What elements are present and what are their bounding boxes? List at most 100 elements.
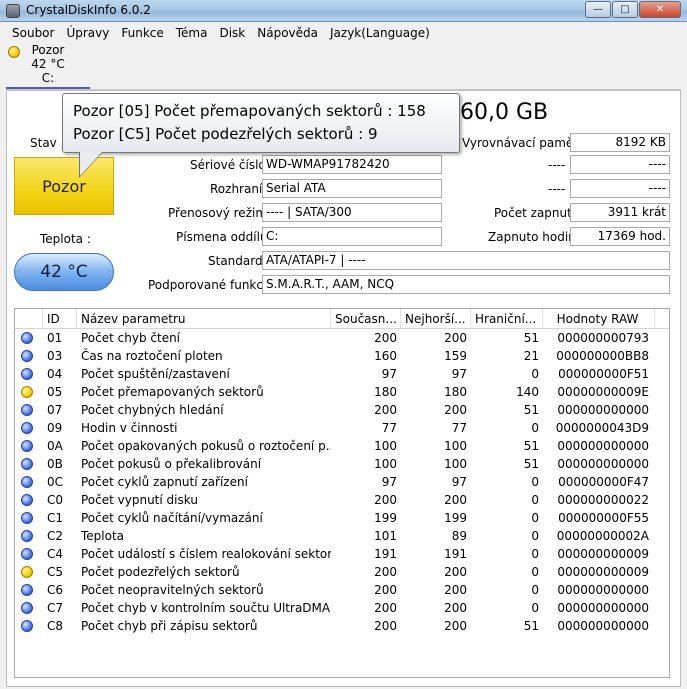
worst-value: 159 <box>444 349 467 363</box>
column-header-worst[interactable]: Nejhorší... <box>401 309 471 328</box>
table-row[interactable]: C0 Počet vypnutí disku 200 200 0 000000000022 <box>15 491 669 509</box>
status-cell <box>15 401 43 419</box>
table-row[interactable]: 0B Počet pokusů o překalibrování 100 100 51 0… <box>15 455 669 473</box>
interface-label: Rozhraní <box>210 182 263 196</box>
threshold-value: 51 <box>523 439 539 453</box>
raw-value: 0000000043D9 <box>555 421 649 435</box>
power-count-field: 3911 krát <box>570 203 670 222</box>
table-row[interactable]: C7 Počet chyb v kontrolním součtu UltraDM… <box>15 599 669 617</box>
menu-disk[interactable]: Disk <box>213 24 251 43</box>
good-status-icon <box>21 422 33 434</box>
maximize-button[interactable]: □ <box>612 1 638 18</box>
window-title: CrystalDiskInfo 6.0.2 <box>26 3 151 17</box>
attribute-id: C1 <box>47 511 64 525</box>
table-row[interactable]: 04 Počet spuštění/zastavení 97 97 0 000000000… <box>15 365 669 383</box>
menu-soubor[interactable]: Soubor <box>6 24 60 43</box>
good-status-icon <box>21 620 33 632</box>
column-header-raw[interactable]: Hodnoty RAW <box>543 309 655 328</box>
title-bar[interactable]: CrystalDiskInfo 6.0.2 — □ ✕ <box>0 0 687 22</box>
table-row[interactable]: C8 Počet chyb při zápisu sektorů 200 200 51 0… <box>15 617 669 635</box>
menu-funkce[interactable]: Funkce <box>115 24 169 43</box>
table-row[interactable]: C2 Teplota 101 89 0 00000000002A <box>15 527 669 545</box>
table-row[interactable]: C4 Počet událostí s číslem realokování se… <box>15 545 669 563</box>
threshold-value: 51 <box>523 457 539 471</box>
close-button[interactable]: ✕ <box>639 1 681 18</box>
health-label: Stav <box>30 136 57 150</box>
table-row[interactable]: 07 Počet chybných hledání 200 200 51 00000000… <box>15 401 669 419</box>
threshold-value: 0 <box>531 529 539 543</box>
disk-size: 60,0 GB <box>460 100 549 125</box>
threshold-value: 0 <box>531 601 539 615</box>
attribute-id: C5 <box>47 565 64 579</box>
attribute-name: Hodin v činnosti <box>81 421 178 435</box>
status-cell <box>15 491 43 509</box>
attribute-id: 05 <box>47 385 63 399</box>
menu-tema[interactable]: Téma <box>170 24 214 43</box>
minimize-button[interactable]: — <box>585 1 611 18</box>
transfer-field: ---- | SATA/300 <box>262 203 442 222</box>
standard-field: ATA/ATAPI-7 | ---- <box>262 251 670 270</box>
column-header-name[interactable]: Název parametru <box>77 309 331 328</box>
smart-attributes-table[interactable]: ID Název parametru Současn... Nejhorší..… <box>14 308 670 678</box>
table-row[interactable]: C1 Počet cyklů načítání/vymazání 199 199 0 00… <box>15 509 669 527</box>
table-row[interactable]: 0C Počet cyklů zapnutí zařízení 97 97 0 00000… <box>15 473 669 491</box>
menu-napoveda[interactable]: Nápověda <box>251 24 324 43</box>
worst-value: 97 <box>451 475 467 489</box>
current-value: 160 <box>374 349 397 363</box>
menu-language[interactable]: Jazyk(Language) <box>324 24 436 43</box>
status-cell <box>15 509 43 527</box>
raw-value: 000000000793 <box>557 331 649 345</box>
temperature-label: Teplota : <box>40 232 91 246</box>
warning-status-icon <box>8 46 20 58</box>
good-status-icon <box>21 602 33 614</box>
raw-value: 000000000BB8 <box>556 349 649 363</box>
worst-value: 89 <box>451 529 467 543</box>
threshold-value: 0 <box>531 421 539 435</box>
threshold-value: 0 <box>531 493 539 507</box>
column-header-id[interactable]: ID <box>43 309 77 328</box>
attribute-id: C2 <box>47 529 64 543</box>
table-row[interactable]: 05 Počet přemapovaných sektorů 180 180 140 00… <box>15 383 669 401</box>
menu-bar: Soubor Úpravy Funkce Téma Disk Nápověda … <box>6 24 681 43</box>
minimize-icon: — <box>593 4 603 15</box>
threshold-value: 0 <box>531 547 539 561</box>
table-row[interactable]: 0A Počet opakovaných pokusů o roztočení p… <box>15 437 669 455</box>
status-cell <box>15 419 43 437</box>
worst-value: 200 <box>444 565 467 579</box>
worst-value: 100 <box>444 439 467 453</box>
attribute-id: 0B <box>47 457 63 471</box>
column-header-current[interactable]: Současn... <box>331 309 401 328</box>
menu-upravy[interactable]: Úpravy <box>60 24 115 43</box>
attribute-name: Počet chyb v kontrolním součtu UltraDMA <box>81 601 331 615</box>
blank1-field: ---- <box>570 155 670 174</box>
warning-tooltip: Pozor [05] Počet přemapovaných sektorů :… <box>62 93 460 153</box>
buffer-label: Vyrovnávací paměť <box>462 136 579 150</box>
attribute-id: 07 <box>47 403 63 417</box>
status-cell <box>15 383 43 401</box>
attribute-name: Počet vypnutí disku <box>81 493 198 507</box>
table-row[interactable]: C6 Počet neopravitelných sektorů 200 200 0 00… <box>15 581 669 599</box>
threshold-value: 51 <box>523 403 539 417</box>
good-status-icon <box>21 368 33 380</box>
current-value: 200 <box>374 331 397 345</box>
status-cell <box>15 329 43 347</box>
column-header-threshold[interactable]: Hraniční... <box>471 309 543 328</box>
status-cell <box>15 473 43 491</box>
current-value: 199 <box>374 511 397 525</box>
current-value: 100 <box>374 439 397 453</box>
table-row[interactable]: 03 Čas na roztočení ploten 160 159 21 0000000… <box>15 347 669 365</box>
attribute-name: Počet spuštění/zastavení <box>81 367 230 381</box>
disk-tab-c[interactable]: Pozor 42 °C C: <box>6 43 90 89</box>
current-value: 97 <box>381 367 397 381</box>
table-row[interactable]: C5 Počet podezřelých sektorů 200 200 0 000000… <box>15 563 669 581</box>
transfer-label: Přenosový režim <box>168 206 268 220</box>
column-header-status[interactable] <box>15 309 43 328</box>
worst-value: 180 <box>444 385 467 399</box>
attribute-name: Počet chyb čtení <box>81 331 181 345</box>
table-row[interactable]: 09 Hodin v činnosti 77 77 0 0000000043D9 <box>15 419 669 437</box>
table-row[interactable]: 01 Počet chyb čtení 200 200 51 000000000793 <box>15 329 669 347</box>
threshold-value: 0 <box>531 565 539 579</box>
good-status-icon <box>21 458 33 470</box>
app-icon <box>6 4 20 18</box>
blank2-field: ---- <box>570 179 670 198</box>
